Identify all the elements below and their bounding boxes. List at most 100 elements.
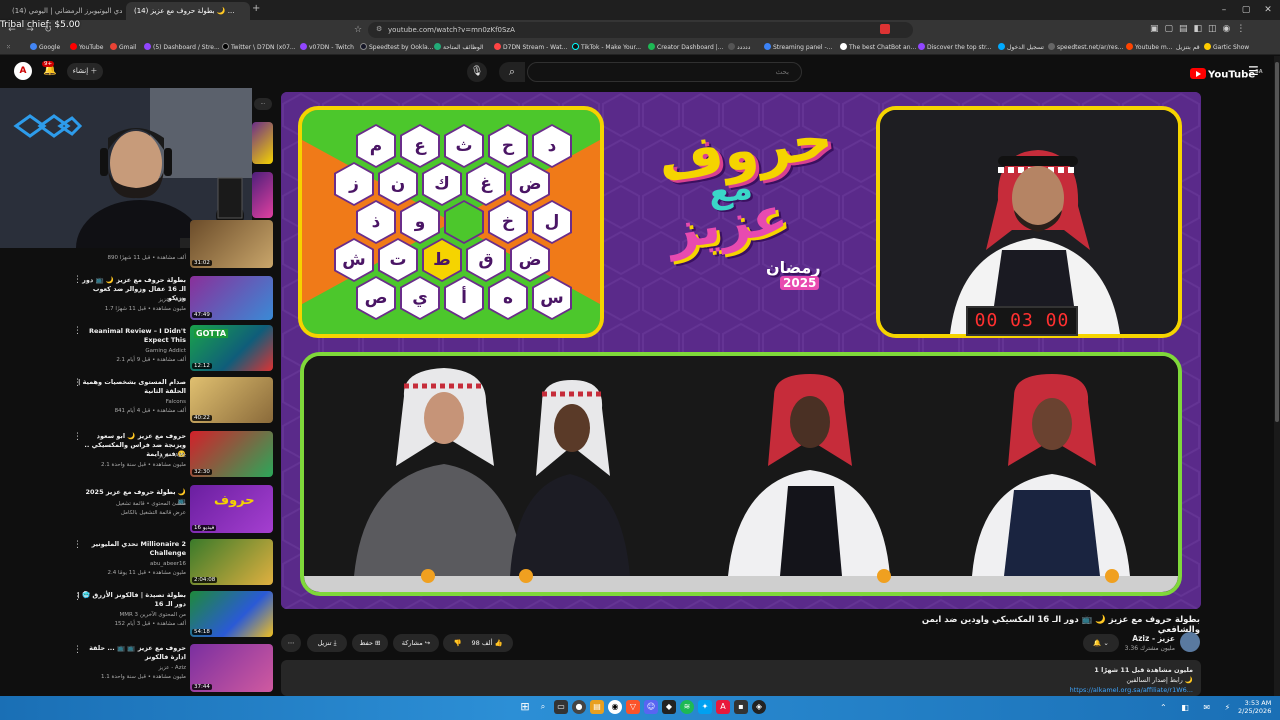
mic-icon[interactable]: 🎙 (467, 62, 487, 82)
bookmark-item[interactable]: YouTube (70, 41, 103, 54)
video-channel[interactable]: MMR 3 من المحتوى الآخرين (76, 611, 187, 619)
video-channel[interactable]: منشئ المحتوى • قائمة تشغيل (76, 500, 186, 508)
windows-start-icon[interactable]: ⊞ (518, 700, 532, 714)
bookmark-item[interactable]: (5) Dashboard / Stre... (144, 41, 220, 54)
video-title[interactable]: Reanimal Review – I Didn't Expect This (76, 327, 186, 345)
playlist-thumbnail[interactable]: حروف 16 فيديو (190, 485, 273, 533)
bookmark-item[interactable]: Streaming panel -... (764, 41, 832, 54)
extension-icon[interactable] (880, 24, 890, 34)
share-button[interactable]: مشاركة ↪ (393, 634, 439, 652)
spotify-icon[interactable]: ≋ (680, 700, 694, 714)
bookmark-item[interactable]: TikTok - Make Your... (572, 41, 641, 54)
bookmark-item[interactable]: Gmail (110, 41, 137, 54)
site-info-icon[interactable]: ⚙ (376, 25, 382, 33)
extensions-icon[interactable]: ▣▢▤◧◫◉⋮ (1150, 24, 1251, 34)
video-thumbnail[interactable]: 31:02 (190, 220, 273, 268)
taskbar-clock[interactable]: 3:53 AM 2/25/2026 (1238, 699, 1271, 715)
share-label: مشاركة (401, 639, 423, 647)
video-thumbnail[interactable]: 37:44 (190, 644, 273, 692)
like-icon[interactable]: 👍 (494, 639, 502, 647)
apps-icon[interactable]: ⁙ (6, 41, 11, 54)
bookmark-item[interactable]: The best ChatBot an... (840, 41, 916, 54)
app-icon[interactable]: ▪ (734, 700, 748, 714)
url-field[interactable]: youtube.com/watch?v=mn0zKf0SzA (368, 22, 913, 38)
search-icon[interactable]: ⌕ (499, 62, 525, 82)
more-actions-icon[interactable]: ⋯ (281, 634, 301, 652)
browser-tab-active[interactable]: (14) بطولة حروف مع عزيز 🌙 ... (126, 2, 250, 20)
bookmark-item[interactable]: D7DN Stream - Wat... (494, 41, 567, 54)
video-title[interactable]: صدام المستوى بشخصيات وهمية | الحلقة الثا… (76, 378, 186, 396)
hex-letter: ي (402, 278, 438, 318)
system-tray-icons[interactable]: ⌃ ◧ ✉ ⚡ (1160, 703, 1236, 712)
save-button[interactable]: حفظ ⊞ (352, 634, 388, 652)
app-icon[interactable]: ● (572, 700, 586, 714)
create-button[interactable]: إنشاء ＋ (67, 63, 103, 80)
brave-icon[interactable]: ▽ (626, 700, 640, 714)
task-view-icon[interactable]: ▭ (554, 700, 568, 714)
video-thumbnail[interactable] (252, 172, 273, 218)
bookmark-item[interactable]: speedtest.net/ar/res... (1048, 41, 1123, 54)
file-explorer-icon[interactable]: ▤ (590, 700, 604, 714)
video-thumbnail[interactable]: 54:18 (190, 591, 273, 637)
menu-icon[interactable]: ☰ (1248, 64, 1259, 78)
minimize-icon[interactable]: – (1212, 0, 1236, 20)
video-title[interactable]: تحدي المليونير Millionaire 2 Challenge (76, 540, 186, 558)
download-button[interactable]: تنزيل ⤓ (307, 634, 347, 652)
obs-icon[interactable]: ◉ (608, 700, 622, 714)
search-input[interactable] (527, 62, 802, 82)
scrollbar-thumb[interactable] (1275, 62, 1279, 422)
video-thumbnail[interactable]: 40:22 (190, 377, 273, 423)
video-channel[interactable]: Falcons (76, 398, 186, 406)
hex-cell: ت (378, 238, 418, 282)
video-thumbnail[interactable]: 47:49 (190, 276, 273, 320)
chat-toggle[interactable]: ⋯ (254, 98, 272, 110)
subscribe-button[interactable]: 🔔 ⌄ (1083, 634, 1119, 652)
video-channel[interactable]: عزيز - Aziz (76, 452, 186, 460)
description-link[interactable]: https://alkamel.org.sa/affiliate/r1W6... (1070, 686, 1193, 694)
bookmark-item[interactable]: v07DN - Twitch (300, 41, 354, 54)
video-channel[interactable]: عزيز - Aziz (76, 664, 186, 672)
new-tab-icon[interactable]: + (252, 3, 260, 14)
video-thumbnail[interactable] (252, 122, 273, 164)
video-title[interactable]: بطولة تصيدة | فالكونز الأزرق 🥶 | دور الـ… (76, 591, 186, 609)
avatar[interactable]: A (14, 62, 32, 80)
bookmark-item[interactable]: قم بتنزيل (1176, 41, 1200, 54)
maximize-icon[interactable]: ▢ (1234, 0, 1258, 20)
bookmark-item[interactable]: Twitter \ D7DN (x07... (222, 41, 296, 54)
page-scrollbar[interactable] (1274, 56, 1280, 696)
app-icon[interactable]: ◆ (662, 700, 676, 714)
bookmark-star-icon[interactable]: ☆ (350, 22, 366, 38)
app-icon[interactable]: A (716, 700, 730, 714)
playlist-link[interactable]: عرض قائمة التشغيل بالكامل (76, 509, 186, 517)
bookmark-item[interactable]: الوظائف المتاحة (434, 41, 484, 54)
bookmark-item[interactable]: ددددد (728, 41, 750, 54)
hex-letter: و (402, 202, 438, 242)
video-channel[interactable]: abu_abeer16 (76, 560, 186, 568)
bookmark-item[interactable]: Speedtest by Ookla... (360, 41, 433, 54)
bookmark-item[interactable]: تسجيل الدخول (998, 41, 1044, 54)
video-duration: 37:44 (192, 684, 212, 690)
video-title[interactable]: حروف مع عزيز 📺 📺 ... حلقة ادارة فالكونز (76, 644, 186, 662)
video-title-main: بطولة حروف مع عزيز 🌙 📺 دور الـ 16 المكسي… (921, 615, 1200, 635)
bookmark-item[interactable]: Gartic Show (1204, 41, 1249, 54)
video-thumbnail[interactable]: 32:30 (190, 431, 273, 477)
description-box[interactable]: 1 مليون مشاهدة قبل 11 شهرًا رابط إصدار ا… (281, 660, 1201, 696)
discord-icon[interactable]: ☺ (644, 700, 658, 714)
channel-avatar[interactable] (1180, 632, 1200, 652)
video-thumbnail[interactable]: 2:04:08 (190, 539, 273, 585)
search-icon[interactable]: ⌕ (536, 700, 550, 714)
like-count[interactable]: 98 ألف (472, 639, 493, 647)
video-channel[interactable]: عزيز - Aziz (76, 296, 186, 304)
bookmark-item[interactable]: Discover the top str... (918, 41, 992, 54)
close-window-icon[interactable]: ✕ (1256, 0, 1280, 20)
video-channel[interactable]: Gaming Addict (76, 347, 186, 355)
video-thumbnail[interactable]: GOTTA 12:12 (190, 325, 273, 371)
bookmark-item[interactable]: Creator Dashboard |... (648, 41, 724, 54)
bookmark-item[interactable]: Google (30, 41, 60, 54)
browser-tab[interactable]: (14) تحدي اليوتيوبرز الرمضاني | اليومي..… (4, 2, 122, 20)
app-icon[interactable]: ✦ (698, 700, 712, 714)
hex-cell: ق (466, 238, 506, 282)
dislike-icon[interactable]: 👎 (453, 634, 461, 652)
bookmark-item[interactable]: Youtube m... (1126, 41, 1172, 54)
app-icon[interactable]: ◈ (752, 700, 766, 714)
